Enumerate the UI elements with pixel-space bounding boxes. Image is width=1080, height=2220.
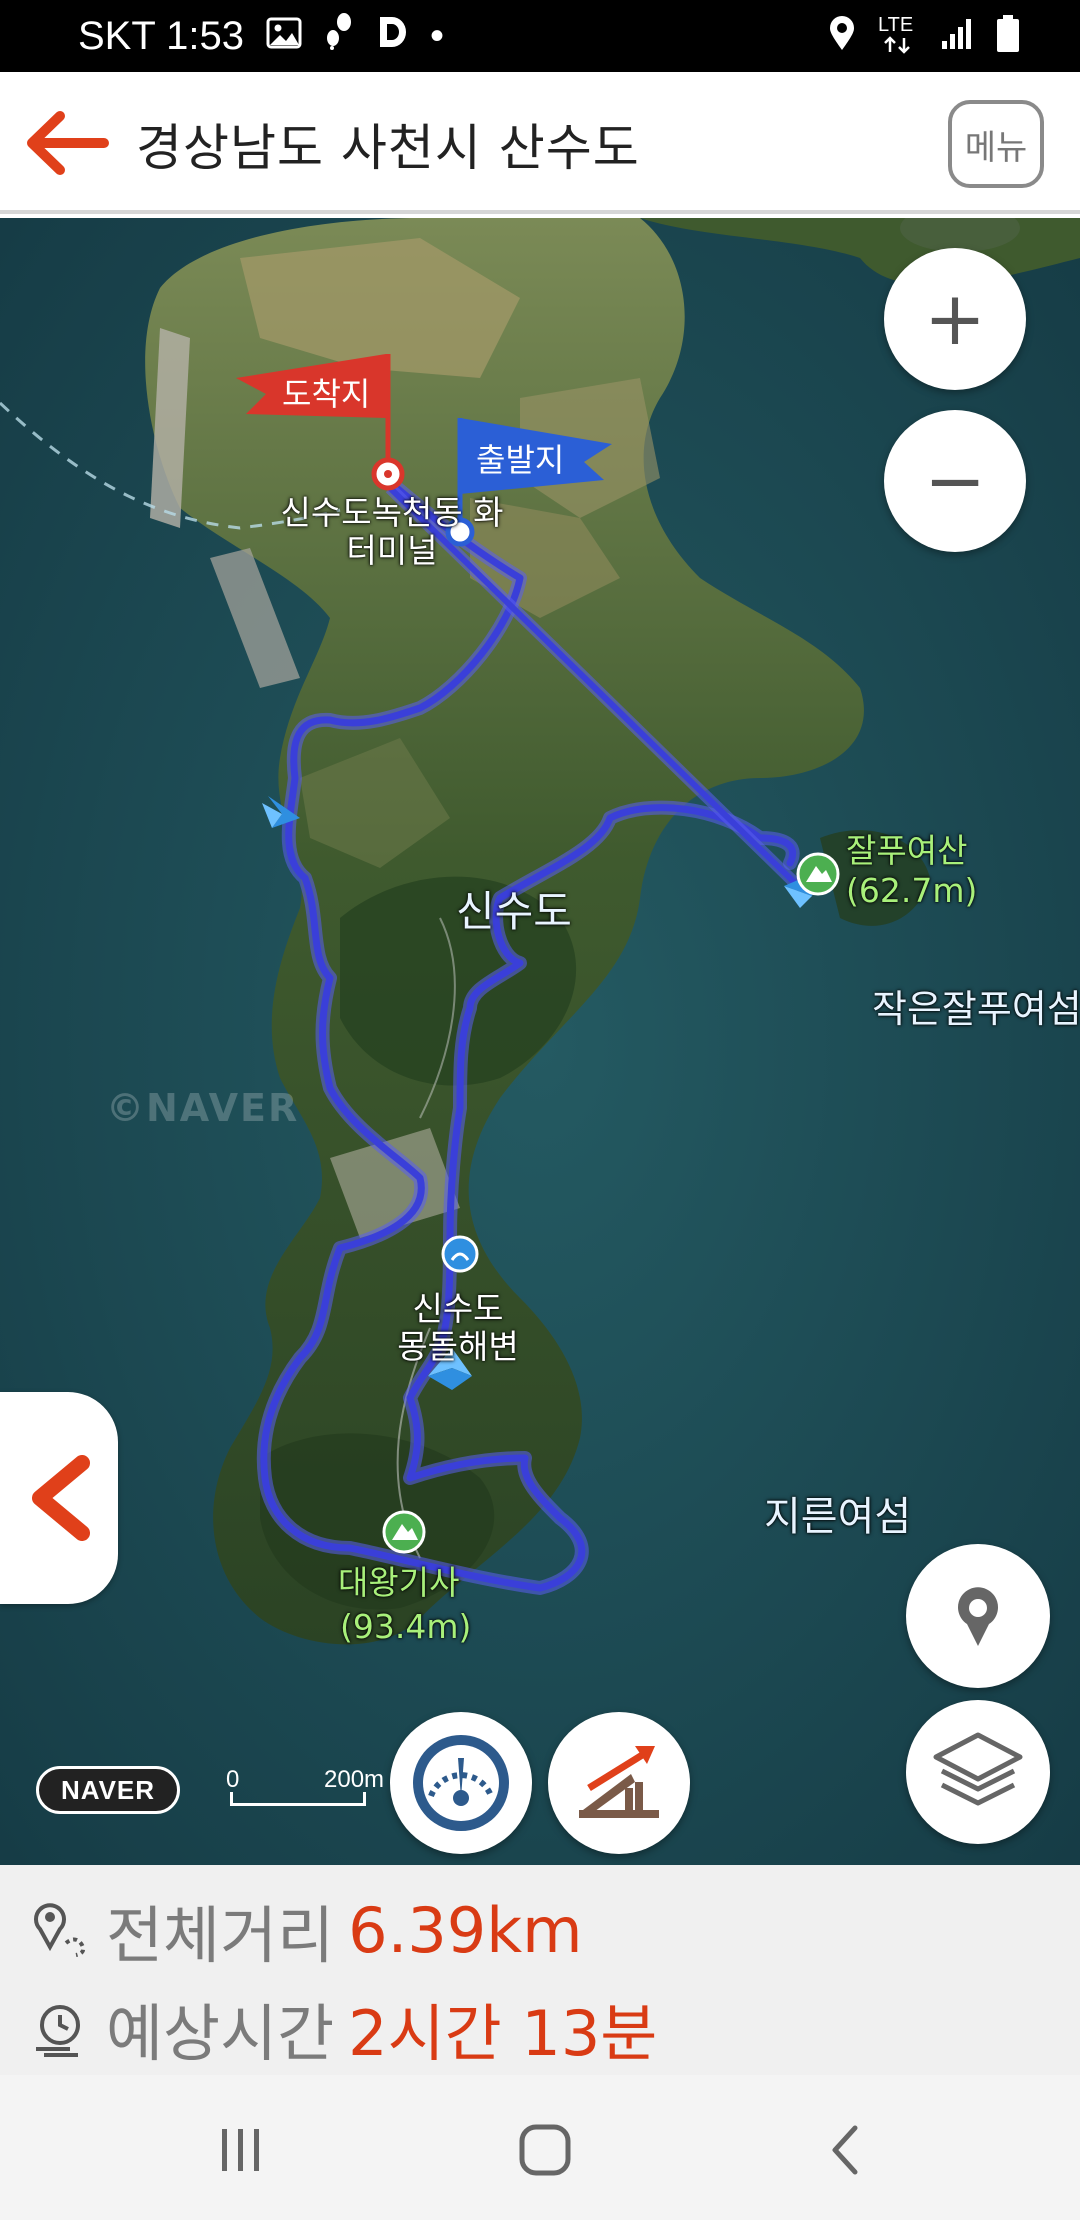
distance-value: 6.39km <box>348 1893 583 1967</box>
signal-icon <box>940 17 974 55</box>
arrow-left-icon <box>27 111 109 175</box>
rock-island-label: 지른여섬 <box>764 1494 912 1540</box>
d-app-icon <box>376 14 408 59</box>
my-location-button[interactable] <box>906 1544 1050 1688</box>
battery-icon <box>996 15 1020 57</box>
elevation-button[interactable] <box>548 1712 690 1854</box>
distance-row: 전체거리 6.39km <box>30 1885 583 1975</box>
map-view[interactable]: 도착지 출발지 신수도녹천동 화 터미널 잘푸여산 (62.7m) 작은잘푸여섬… <box>0 218 1080 1865</box>
status-bar: SKT 1:53 • LTE <box>0 0 1080 72</box>
location-icon <box>828 16 856 56</box>
status-right: LTE <box>828 10 1020 62</box>
peak2-height: (93.4m) <box>340 1607 472 1646</box>
route-info-panel: 전체거리 6.39km 예상시간 2시간 13분 <box>0 1865 1080 2075</box>
time-row: 예상시간 2시간 13분 <box>30 1983 657 2073</box>
scale-zero: 0 <box>226 1766 240 1793</box>
layers-button[interactable] <box>906 1700 1050 1844</box>
route-pin-icon <box>34 1903 86 1957</box>
map-pin-icon <box>958 1587 998 1646</box>
distance-label: 전체거리 <box>106 1899 335 1972</box>
home-icon <box>519 2124 571 2176</box>
peak1-name: 잘푸여산 <box>846 831 968 870</box>
naver-logo: NAVER <box>36 1766 180 1814</box>
scale-distance: 200m <box>324 1766 385 1793</box>
peak1-height: (62.7m) <box>846 871 978 910</box>
lte-icon: LTE <box>878 14 918 56</box>
minus-icon: − <box>923 438 986 524</box>
status-left: SKT 1:53 • <box>78 10 444 62</box>
peak-marker-1[interactable] <box>796 852 840 896</box>
time-value: 2시간 13분 <box>348 1997 658 2070</box>
status-dot: • <box>430 13 445 58</box>
back-icon <box>832 2125 858 2175</box>
recent-apps-icon <box>222 2129 259 2171</box>
speedometer-icon <box>413 1735 509 1831</box>
system-back-button[interactable] <box>800 2115 890 2185</box>
page-title: 경상남도 사천시 산수도 <box>136 119 640 177</box>
island-name-label: 신수도 <box>456 887 572 936</box>
beach-marker[interactable] <box>441 1235 479 1273</box>
naver-watermark: ©NAVER <box>106 1086 300 1130</box>
gallery-icon <box>266 14 302 59</box>
small-island-label: 작은잘푸여섬 <box>872 987 1080 1031</box>
home-button[interactable] <box>500 2115 590 2185</box>
peak-marker-2[interactable] <box>382 1510 426 1554</box>
scale-bar <box>230 1792 366 1806</box>
time-label: 예상시간 <box>106 1997 335 2070</box>
start-flag-label: 출발지 <box>476 441 565 479</box>
plus-icon: + <box>923 276 986 362</box>
system-nav-bar <box>0 2075 1080 2220</box>
side-panel-toggle[interactable] <box>0 1392 118 1604</box>
menu-button[interactable]: 메뉴 <box>948 100 1044 188</box>
zoom-out-button[interactable]: − <box>884 410 1026 552</box>
layers-icon <box>933 1732 1023 1806</box>
app-header: 경상남도 사천시 산수도 메뉴 <box>0 72 1080 214</box>
map-scale: 0 200m <box>226 1766 386 1814</box>
peak2-name: 대왕기사 <box>338 1563 460 1602</box>
speed-button[interactable] <box>390 1712 532 1854</box>
beach-label: 신수도 몽돌해변 <box>397 1289 519 1366</box>
chevron-left-icon <box>32 1455 90 1541</box>
back-button[interactable] <box>20 106 110 180</box>
recent-apps-button[interactable] <box>196 2115 286 2185</box>
zoom-in-button[interactable]: + <box>884 248 1026 390</box>
terminal-label: 신수도녹천동 화 터미널 <box>280 493 504 570</box>
arrival-flag-label: 도착지 <box>282 375 371 413</box>
stopwatch-icon <box>36 2005 80 2057</box>
elevation-icon <box>579 1746 659 1818</box>
walk-icon <box>324 12 354 60</box>
status-time: SKT 1:53 <box>78 13 245 58</box>
